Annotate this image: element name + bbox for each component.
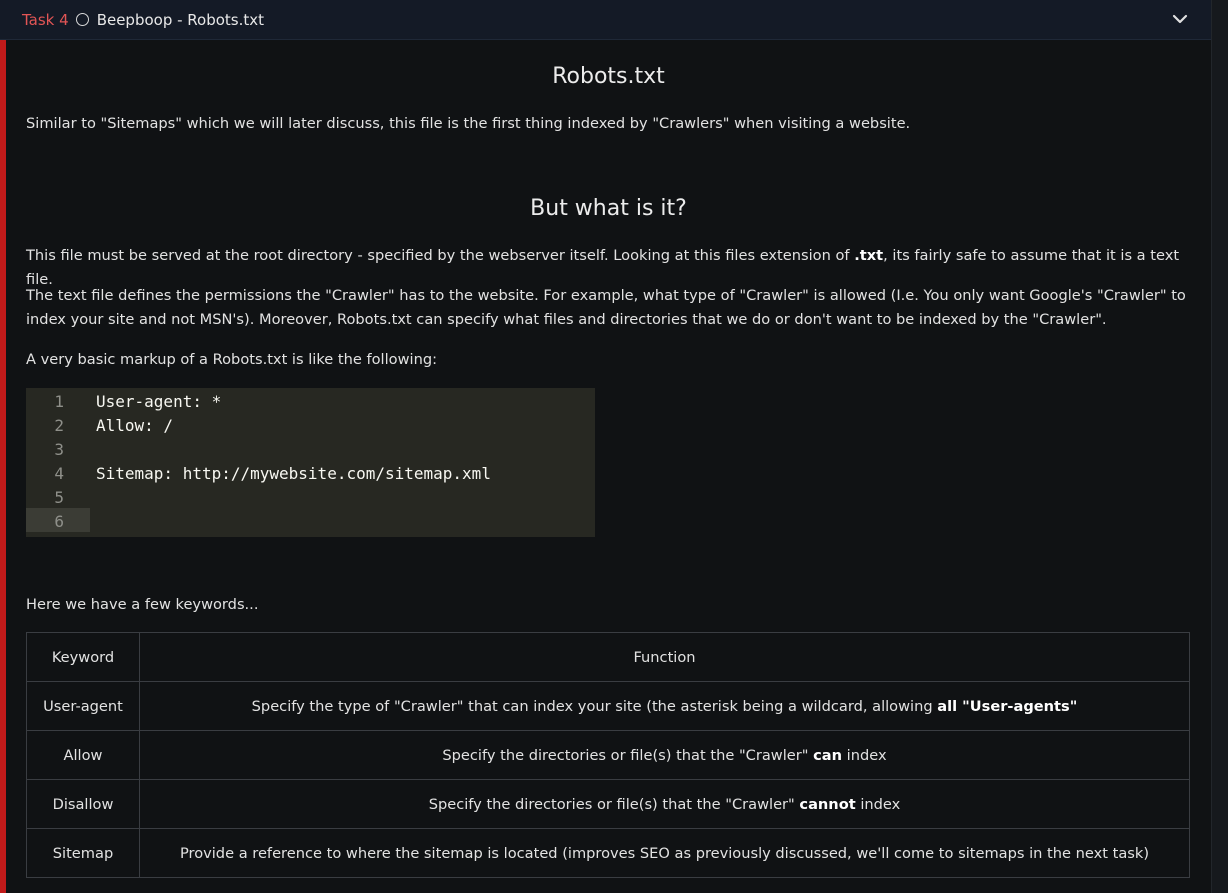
- line-number: 4: [54, 464, 64, 483]
- keyword-cell: User-agent: [26, 681, 140, 731]
- task-content: Robots.txt Similar to "Sitemaps" which w…: [0, 40, 1211, 893]
- permissions-paragraph: The text file defines the permissions th…: [26, 287, 1186, 328]
- robots-heading: Robots.txt: [552, 64, 665, 89]
- page-scrollbar[interactable]: [1211, 0, 1228, 893]
- line-number: 6: [54, 512, 64, 531]
- table-row: Sitemap Provide a reference to where the…: [26, 828, 1190, 878]
- table-header-function: Function: [139, 632, 1190, 682]
- function-text: Specify the directories or file(s) that …: [428, 795, 800, 813]
- function-bold: can: [813, 746, 843, 764]
- function-cell: Provide a reference to where the sitemap…: [139, 828, 1190, 878]
- function-text: Provide a reference to where the sitemap…: [179, 844, 1150, 862]
- task-number: Task 4: [22, 10, 69, 29]
- markup-paragraph: A very basic markup of a Robots.txt is l…: [26, 351, 437, 368]
- p1-text: This file must be served at the root dir…: [26, 247, 855, 264]
- function-cell: Specify the type of "Crawler" that can i…: [139, 681, 1190, 731]
- table-header-row: Keyword Function: [26, 632, 1190, 682]
- p1-bold: .txt: [854, 247, 884, 264]
- keywords-table: Keyword Function User-agent Specify the …: [26, 632, 1190, 878]
- function-cell: Specify the directories or file(s) that …: [139, 730, 1190, 780]
- task-title: Beepboop - Robots.txt: [96, 10, 265, 29]
- line-number: 1: [54, 392, 64, 411]
- table-header-keyword: Keyword: [26, 632, 140, 682]
- function-text-end: index: [842, 746, 887, 764]
- code-gutter: 1 2 3 4 5 6: [26, 388, 90, 537]
- intro-paragraph: Similar to "Sitemaps" which we will late…: [26, 115, 911, 132]
- keywords-intro: Here we have a few keywords...: [26, 596, 259, 613]
- code-line: Allow: /: [96, 416, 174, 435]
- function-cell: Specify the directories or file(s) that …: [139, 779, 1190, 829]
- table-row: Allow Specify the directories or file(s)…: [26, 730, 1190, 780]
- function-bold: all "User-agents": [937, 697, 1078, 715]
- code-block[interactable]: 1 2 3 4 5 6 User-agent: * Allow: / Sitem…: [26, 388, 595, 537]
- table-row: Disallow Specify the directories or file…: [26, 779, 1190, 829]
- keyword-cell: Sitemap: [26, 828, 140, 878]
- function-text: Specify the type of "Crawler" that can i…: [251, 697, 938, 715]
- chevron-down-icon[interactable]: [1171, 8, 1189, 30]
- line-number: 2: [54, 416, 64, 435]
- function-text: Specify the directories or file(s) that …: [442, 746, 814, 764]
- function-text-end: index: [855, 795, 901, 813]
- line-number: 3: [54, 440, 64, 459]
- table-row: User-agent Specify the type of "Crawler"…: [26, 681, 1190, 731]
- function-bold: cannot: [799, 795, 856, 813]
- code-line: User-agent: *: [96, 392, 222, 411]
- circle-outline-icon: [75, 13, 89, 26]
- keyword-cell: Disallow: [26, 779, 140, 829]
- what-is-it-heading: But what is it?: [530, 196, 687, 221]
- code-line: Sitemap: http://mywebsite.com/sitemap.xm…: [96, 464, 491, 483]
- keyword-cell: Allow: [26, 730, 140, 780]
- line-number: 5: [54, 488, 64, 507]
- task-header[interactable]: Task 4 Beepboop - Robots.txt: [0, 0, 1211, 40]
